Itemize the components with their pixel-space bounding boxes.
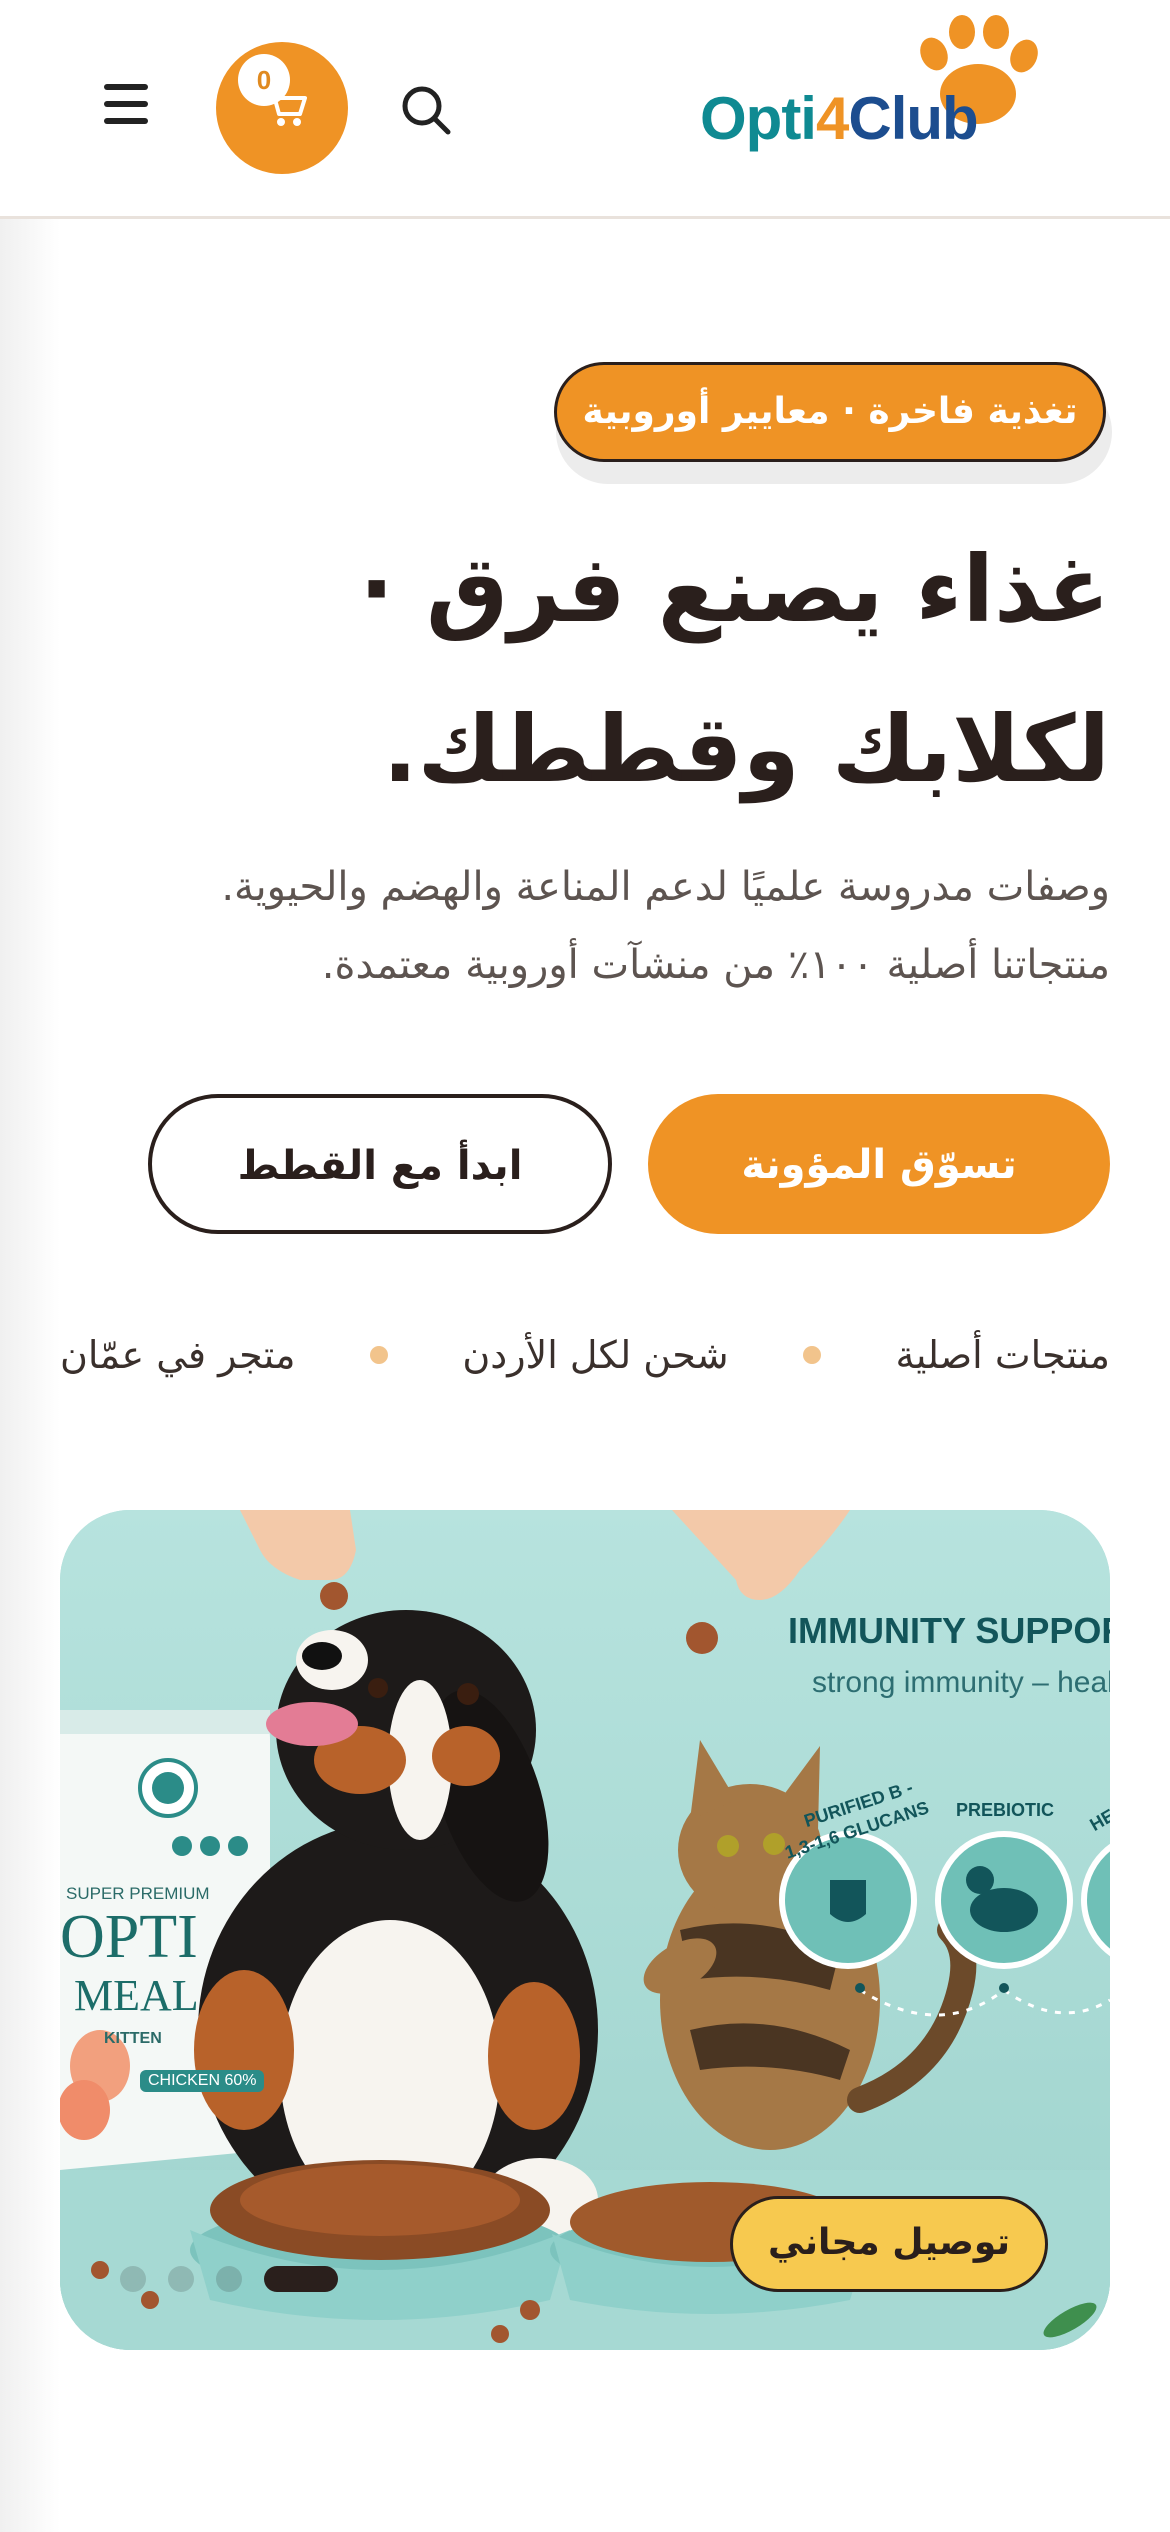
logo-wordmark: Opti4Club bbox=[700, 85, 979, 152]
bag-top-label: SUPER PREMIUM bbox=[66, 1884, 210, 1903]
cart-button[interactable]: 0 bbox=[216, 42, 348, 174]
carousel-dot[interactable] bbox=[216, 2266, 242, 2292]
feature-separator bbox=[369, 1346, 388, 1364]
feature-separator bbox=[803, 1346, 822, 1364]
hero-desc-line1: وصفات مدروسة علميًا لدعم المناعة والهضم … bbox=[221, 864, 1110, 910]
banner-headline: IMMUNITY SUPPOR bbox=[788, 1610, 1110, 1651]
hero-banner-carousel[interactable]: IMMUNITY SUPPOR strong immunity – heal P… bbox=[60, 1510, 1110, 2350]
banner-subline: strong immunity – heal bbox=[812, 1666, 1110, 1699]
start-with-cats-button[interactable]: ابدأ مع القطط bbox=[148, 1094, 612, 1234]
hero-badge-label: تغذية فاخرة · معايير أوروبية bbox=[554, 362, 1106, 462]
search-icon[interactable] bbox=[398, 82, 454, 138]
hero-description: وصفات مدروسة علميًا لدعم المناعة والهضم … bbox=[60, 848, 1110, 1004]
menu-icon[interactable] bbox=[96, 84, 156, 130]
bag-flavor: CHICKEN 60% bbox=[140, 2070, 265, 2092]
shop-supplies-button[interactable]: تسوّق المؤونة bbox=[648, 1094, 1110, 1234]
bag-brand: OPTI bbox=[60, 1903, 198, 1971]
feature-store-amman: متجر في عمّان bbox=[60, 1333, 296, 1377]
page-edge-shade bbox=[0, 0, 60, 2532]
bag-variant: KITTEN bbox=[104, 2030, 162, 2047]
hero-badge: تغذية فاخرة · معايير أوروبية bbox=[554, 362, 1112, 484]
hero-title: غذاء يصنع فرق · لكلابك وقططك. bbox=[60, 510, 1110, 830]
carousel-pagination bbox=[120, 2266, 338, 2292]
feature-shipping-jordan: شحن لكل الأردن bbox=[462, 1333, 729, 1377]
carousel-dot-active[interactable] bbox=[264, 2266, 338, 2292]
carousel-dot[interactable] bbox=[168, 2266, 194, 2292]
site-header: 0 Opti4Club bbox=[0, 0, 1170, 219]
pill-label-prebiotic: PREBIOTIC bbox=[956, 1800, 1055, 1820]
hero-title-line2: لكلابك وقططك. bbox=[382, 696, 1110, 803]
free-shipping-badge: توصيل مجاني bbox=[730, 2196, 1048, 2292]
hero-desc-line2: منتجاتنا أصلية ١٠٠٪ من منشآت أوروبية معت… bbox=[321, 942, 1110, 988]
feature-list: منتجات أصلية شحن لكل الأردن متجر في عمّا… bbox=[60, 1320, 1110, 1390]
cart-icon bbox=[264, 90, 307, 126]
hero-title-line1: غذاء يصنع فرق · bbox=[359, 536, 1110, 643]
site-logo[interactable]: Opti4Club bbox=[700, 14, 1040, 164]
feature-original-products: منتجات أصلية bbox=[895, 1333, 1111, 1377]
carousel-dot[interactable] bbox=[120, 2266, 146, 2292]
bag-product: MEAL bbox=[74, 1971, 199, 2020]
